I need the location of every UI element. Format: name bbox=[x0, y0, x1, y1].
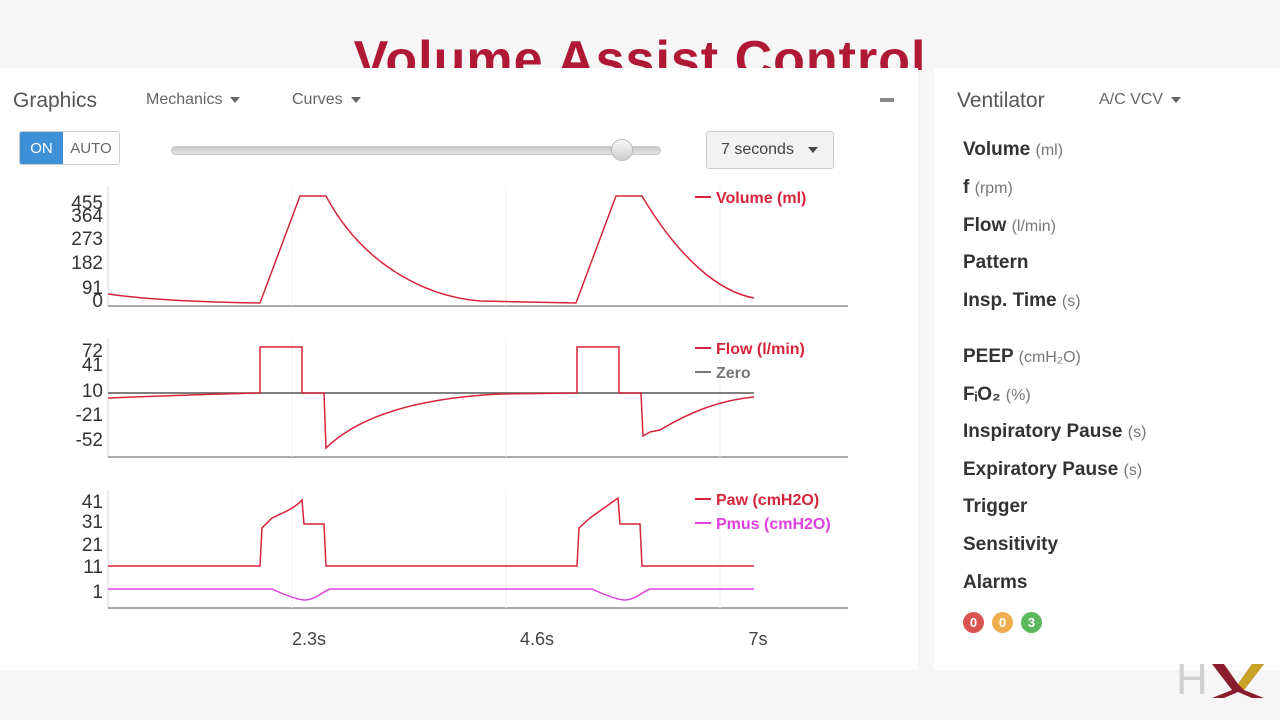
volume-chart: 455 364 273 182 91 0 Volume (ml) bbox=[71, 186, 848, 312]
param-unit: (s) bbox=[1123, 462, 1143, 479]
legend-paw: Paw (cmH2O) bbox=[716, 492, 819, 509]
param-label: Alarms bbox=[963, 572, 1028, 593]
param-label: Volume bbox=[963, 139, 1031, 160]
param-peep[interactable]: PEEP (cmH₂O) bbox=[963, 346, 1081, 368]
alarm-badge-medium[interactable]: 0 bbox=[992, 612, 1013, 633]
param-fio2[interactable]: FᵢO₂ (%) bbox=[963, 384, 1031, 406]
param-label: Sensitivity bbox=[963, 534, 1059, 555]
param-sensitivity[interactable]: Sensitivity bbox=[963, 534, 1058, 556]
y-tick: 11 bbox=[83, 557, 103, 578]
paw-trace bbox=[108, 496, 754, 567]
mode-dropdown[interactable]: A/C VCV bbox=[1099, 91, 1182, 109]
x-tick: 7s bbox=[748, 629, 767, 649]
volume-trace bbox=[107, 195, 755, 304]
param-unit: (l/min) bbox=[1011, 218, 1056, 235]
y-tick: 1 bbox=[92, 582, 103, 603]
param-inspiratory-pause[interactable]: Inspiratory Pause (s) bbox=[963, 421, 1146, 443]
param-flow[interactable]: Flow (l/min) bbox=[963, 215, 1056, 237]
param-unit: (%) bbox=[1005, 387, 1031, 404]
param-label: Expiratory Pause bbox=[963, 459, 1119, 480]
param-volume[interactable]: Volume (ml) bbox=[963, 139, 1063, 161]
hx-logo-x-accent bbox=[1238, 664, 1264, 690]
pmus-trace bbox=[108, 588, 754, 601]
mode-label: A/C VCV bbox=[1099, 91, 1164, 108]
param-unit: (s) bbox=[1127, 424, 1147, 441]
y-tick: 0 bbox=[92, 291, 103, 312]
x-tick: 2.3s bbox=[292, 629, 326, 649]
legend-volume: Volume (ml) bbox=[716, 190, 806, 207]
alarm-badge-low[interactable]: 3 bbox=[1021, 612, 1042, 633]
legend-pmus: Pmus (cmH2O) bbox=[716, 516, 831, 533]
param-label: Trigger bbox=[963, 496, 1028, 517]
param-label: PEEP bbox=[963, 346, 1014, 367]
param-unit: (ml) bbox=[1035, 142, 1064, 159]
y-tick: 182 bbox=[71, 253, 103, 274]
y-tick: 31 bbox=[82, 512, 103, 533]
y-tick: 10 bbox=[82, 381, 103, 402]
param-unit: (s) bbox=[1061, 293, 1081, 310]
param-unit: (rpm) bbox=[974, 180, 1013, 197]
alarm-badge-high[interactable]: 0 bbox=[963, 612, 984, 633]
y-tick: 21 bbox=[82, 535, 103, 556]
param-f[interactable]: f (rpm) bbox=[963, 177, 1013, 199]
hx-logo-h: H bbox=[1176, 656, 1208, 700]
waveform-charts: 455 364 273 182 91 0 Volume (ml) 72 41 1… bbox=[71, 186, 848, 649]
y-tick: 273 bbox=[71, 229, 103, 250]
param-expiratory-pause[interactable]: Expiratory Pause (s) bbox=[963, 459, 1142, 481]
pressure-chart: 41 31 21 11 1 Paw (cmH2O) Pmus (cmH2O) bbox=[82, 490, 848, 609]
legend-flow: Flow (l/min) bbox=[716, 341, 805, 358]
param-unit: (cmH₂O) bbox=[1018, 349, 1081, 366]
flow-trace bbox=[107, 346, 755, 450]
param-pattern[interactable]: Pattern bbox=[963, 252, 1028, 274]
param-alarms[interactable]: Alarms bbox=[963, 572, 1027, 594]
chevron-down-icon bbox=[1171, 96, 1182, 103]
y-tick: 364 bbox=[71, 206, 103, 227]
y-tick: -52 bbox=[76, 430, 103, 451]
param-label: f bbox=[963, 177, 970, 198]
x-tick: 4.6s bbox=[520, 629, 554, 649]
param-label: FᵢO₂ bbox=[963, 384, 1001, 405]
y-tick: 41 bbox=[82, 355, 103, 376]
param-trigger[interactable]: Trigger bbox=[963, 496, 1027, 518]
legend-zero: Zero bbox=[716, 365, 751, 382]
y-tick: 41 bbox=[82, 492, 103, 513]
flow-chart: 72 41 10 -21 -52 Flow (l/min) Zero bbox=[76, 338, 848, 458]
y-tick: -21 bbox=[76, 405, 103, 426]
param-label: Pattern bbox=[963, 252, 1029, 273]
param-label: Flow bbox=[963, 215, 1007, 236]
param-insp-time[interactable]: Insp. Time (s) bbox=[963, 290, 1081, 312]
ventilator-title: Ventilator bbox=[957, 89, 1045, 112]
hx-logo: H bbox=[1176, 656, 1264, 700]
param-label: Inspiratory Pause bbox=[963, 421, 1123, 442]
param-label: Insp. Time bbox=[963, 290, 1057, 311]
